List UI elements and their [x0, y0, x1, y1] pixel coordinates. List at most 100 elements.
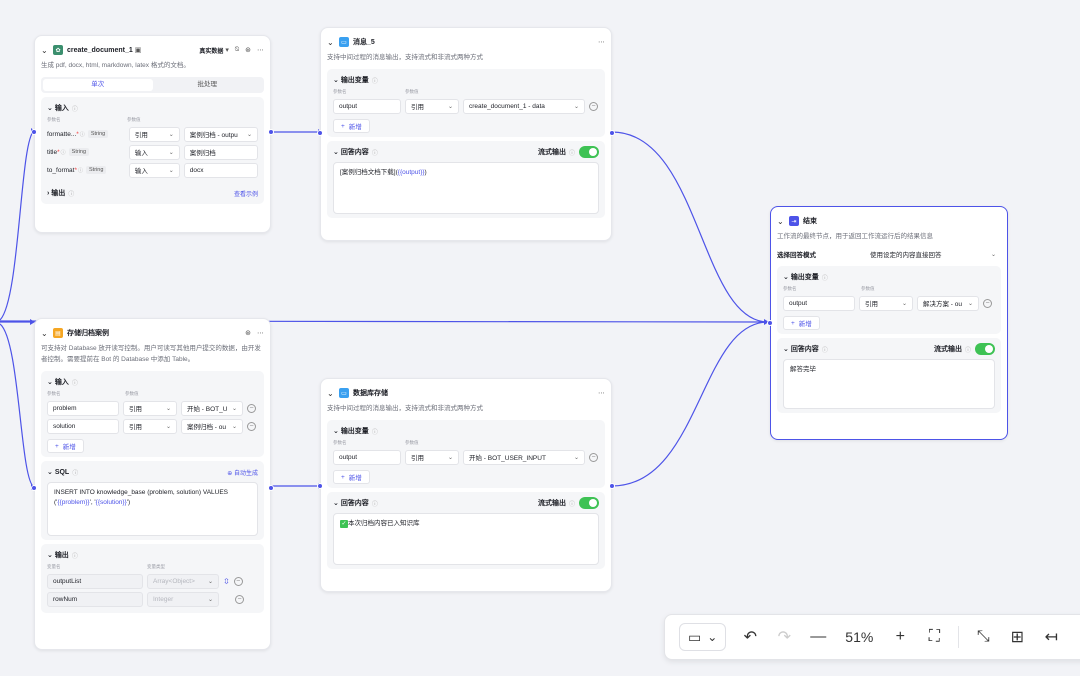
tab-single[interactable]: 单次: [43, 79, 153, 91]
collapse-chevron-icon[interactable]: ⌄: [783, 273, 791, 281]
input-port[interactable]: [31, 485, 37, 491]
remove-icon[interactable]: −: [589, 452, 598, 462]
input-port[interactable]: [31, 129, 37, 135]
var-mode-select[interactable]: 引用 ⌄: [405, 98, 459, 114]
param-name-input[interactable]: solution: [47, 418, 119, 434]
collapse-chevron-icon[interactable]: ⌄: [327, 38, 337, 47]
add-node-icon[interactable]: ↤: [1041, 627, 1061, 647]
add-variable-button[interactable]: + 新增: [333, 470, 370, 484]
collapse-chevron-icon[interactable]: ⌄: [47, 551, 55, 559]
sql-section: ⌄ SQL ⓘ ⊕ 自动生成 INSERT INTO knowledge_base …: [41, 461, 264, 540]
node-end[interactable]: ⌄ ⇥ 结束 工作流的最终节点，用于返回工作流运行后的结果信息 选择回答模式 使…: [767, 206, 1008, 440]
fit-view-icon[interactable]: ⛶: [924, 627, 944, 647]
node-store-archive[interactable]: ⌄ ▤ 存储归档案例 ⊛ ⋯ 可支持对 Database 放开读写控制。用户可读…: [31, 318, 274, 650]
param-value-select[interactable]: 案例归档 - outpu ⌄: [183, 126, 258, 142]
answer-mode-select[interactable]: 使用设定的内容直接回答 ⌄: [865, 247, 1001, 262]
input-port[interactable]: [317, 483, 323, 489]
collapse-chevron-icon[interactable]: ⌄: [777, 217, 787, 226]
more-icon[interactable]: ⋯: [257, 46, 264, 54]
var-value-select[interactable]: 开始 - BOT_USER_INPUT ⌄: [463, 449, 585, 465]
view-example-link[interactable]: 查看示例: [234, 189, 258, 198]
collapse-chevron-icon[interactable]: ⌄: [333, 76, 341, 84]
collapse-chevron-icon[interactable]: ⌄: [41, 329, 51, 338]
param-mode-select[interactable]: 输入 ⌄: [128, 144, 180, 160]
add-variable-button[interactable]: + 新增: [333, 119, 370, 133]
remove-icon[interactable]: −: [233, 576, 243, 586]
answer-content-editor[interactable]: 解答完毕: [783, 359, 995, 409]
param-value-select[interactable]: 开始 - BOT_U ⌄: [181, 400, 243, 416]
add-param-button[interactable]: + 新增: [47, 439, 84, 453]
stream-output-toggle[interactable]: [579, 497, 599, 509]
answer-content-editor[interactable]: [案例归档文档下载]({{output}}): [333, 162, 599, 214]
redo-icon[interactable]: ↷: [774, 627, 794, 647]
output-port[interactable]: [268, 129, 274, 135]
param-name: title: [47, 148, 58, 156]
info-icon: ⓘ: [371, 501, 378, 508]
remove-icon[interactable]: −: [235, 594, 244, 604]
interaction-mode-select[interactable]: ▭ ⌄: [679, 623, 727, 651]
output-port[interactable]: [609, 483, 615, 489]
node-create-document[interactable]: ⌄ ✿ create_document_1 ▣ 真实数据 ▾ ⍉ ⊛ ⋯ 生成 …: [31, 35, 274, 233]
collapse-chevron-icon[interactable]: ⌄: [47, 468, 55, 476]
answer-content-editor[interactable]: ✓本次归档内容已入知识库: [333, 513, 599, 565]
tab-batch[interactable]: 批处理: [153, 79, 263, 91]
auto-generate-button[interactable]: ⊕ 自动生成: [227, 468, 258, 477]
debug-off-icon[interactable]: ⍉: [235, 46, 239, 54]
var-name-input[interactable]: output: [783, 295, 855, 311]
more-icon[interactable]: ⋯: [598, 389, 605, 397]
workflow-canvas[interactable]: ⌄ ✿ create_document_1 ▣ 真实数据 ▾ ⍉ ⊛ ⋯ 生成 …: [0, 0, 1080, 676]
stream-output-toggle[interactable]: [579, 146, 599, 158]
input-port[interactable]: [767, 320, 773, 326]
stream-output-label: 流式输出: [933, 346, 962, 353]
param-mode-select[interactable]: 引用 ⌄: [123, 418, 177, 434]
add-variable-button[interactable]: + 新增: [783, 316, 820, 330]
auto-layout-icon[interactable]: ⊞: [1007, 627, 1027, 647]
collapse-chevron-icon[interactable]: ⌄: [47, 378, 55, 386]
zoom-level[interactable]: 51%: [842, 629, 876, 645]
collapse-chevron-icon[interactable]: ⌄: [333, 427, 341, 435]
var-value-select[interactable]: create_document_1 - data ⌄: [463, 98, 585, 114]
param-mode-select[interactable]: 引用 ⌄: [123, 400, 177, 416]
sql-editor[interactable]: INSERT INTO knowledge_base (problem, sol…: [47, 482, 258, 536]
remove-icon[interactable]: −: [589, 101, 598, 111]
var-mode-select[interactable]: 引用 ⌄: [405, 449, 459, 465]
run-node-icon[interactable]: ⊛: [245, 329, 251, 337]
input-port[interactable]: [317, 130, 323, 136]
param-value-input[interactable]: docx: [183, 162, 258, 178]
more-icon[interactable]: ⋯: [257, 329, 264, 337]
remove-icon[interactable]: −: [983, 298, 992, 308]
var-mode-select[interactable]: 引用 ⌄: [859, 295, 913, 311]
collapse-chevron-icon[interactable]: ⌄: [41, 46, 51, 55]
collapse-all-icon[interactable]: ⤡: [973, 627, 993, 647]
var-value-select[interactable]: 解决方案 - ou ⌄: [917, 295, 979, 311]
param-mode-select[interactable]: 输入 ⌄: [128, 162, 180, 178]
var-name-input[interactable]: output: [333, 98, 401, 114]
param-mode-select[interactable]: 引用 ⌄: [128, 126, 180, 142]
collapse-chevron-icon[interactable]: ⌄: [333, 499, 341, 507]
var-name-input[interactable]: output: [333, 449, 401, 465]
collapse-chevron-icon[interactable]: ⌄: [333, 148, 341, 156]
stream-output-toggle[interactable]: [975, 343, 995, 355]
node-message-5[interactable]: ⌄ ▭ 消息_5 ⋯ 支持中间过程的消息输出，支持流式和非流式两种方式 ⌄ 输出…: [317, 27, 615, 241]
zoom-out-icon[interactable]: —: [808, 627, 828, 647]
run-node-icon[interactable]: ⊛: [245, 46, 251, 54]
param-value-input[interactable]: 案例归档: [183, 144, 258, 160]
more-icon[interactable]: ⋯: [598, 38, 605, 46]
collapse-chevron-icon[interactable]: ⌄: [47, 104, 55, 112]
add-child-icon[interactable]: ⇳: [223, 577, 230, 586]
param-name-input[interactable]: problem: [47, 400, 119, 416]
column-header: 参数名: [333, 439, 347, 445]
plugin-icon: ✿: [53, 45, 63, 55]
collapse-chevron-icon[interactable]: ⌄: [327, 389, 337, 398]
collapse-chevron-icon[interactable]: ⌄: [783, 345, 791, 353]
undo-icon[interactable]: ↶: [740, 627, 760, 647]
remove-icon[interactable]: −: [247, 421, 256, 431]
param-value-select[interactable]: 案例归档 - ou ⌄: [181, 418, 243, 434]
node-database-storage[interactable]: ⌄ ▭ 数据库存储 ⋯ 支持中间过程的消息输出，支持流式和非流式两种方式 ⌄ 输…: [317, 378, 615, 592]
column-header: 参数值: [405, 88, 419, 94]
remove-icon[interactable]: −: [247, 403, 256, 413]
output-port[interactable]: [609, 130, 615, 136]
output-port[interactable]: [268, 485, 274, 491]
data-mode-dropdown[interactable]: 真实数据: [199, 46, 223, 55]
zoom-in-icon[interactable]: +: [890, 627, 910, 647]
